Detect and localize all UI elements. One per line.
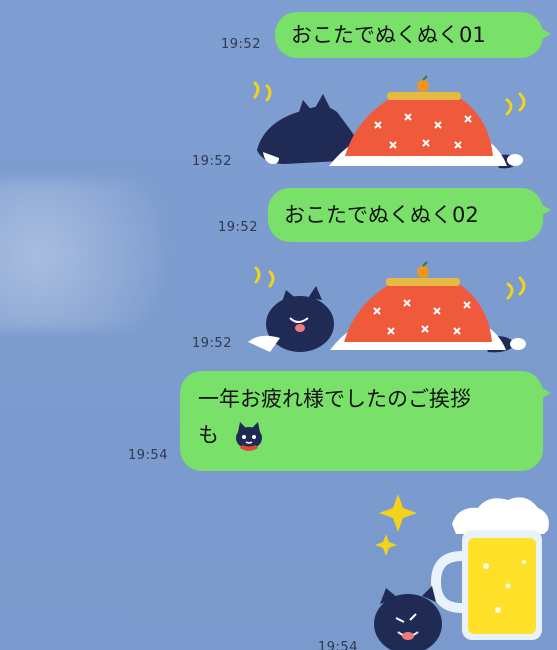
chat-view: 19:52 おこたでぬくぬく01 19:52 19:52 おこたでぬくぬく02 … (0, 0, 557, 650)
message-time: 19:54 (128, 448, 168, 463)
message-time: 19:52 (218, 220, 258, 235)
message-bubble[interactable]: 一年お疲れ様でしたのご挨拶 も (180, 371, 551, 471)
black-cat-kotatsu-sticker[interactable] (242, 258, 534, 362)
message-line: も (198, 423, 219, 447)
message-line-with-emoji: も (198, 417, 525, 453)
black-cat-beer-sticker[interactable] (368, 486, 554, 650)
message-time: 19:52 (221, 37, 261, 52)
message-line: 一年お疲れ様でしたのご挨拶 (198, 387, 471, 411)
message-time: 19:52 (192, 336, 232, 351)
message-bubble[interactable]: おこたでぬくぬく01 (275, 12, 551, 58)
message-bubble[interactable]: おこたでぬくぬく02 (268, 188, 551, 242)
message-time: 19:52 (192, 154, 232, 169)
message-time: 19:54 (318, 640, 358, 650)
black-cat-emoji (235, 422, 262, 451)
background-cloud (0, 180, 220, 330)
black-cat-kotatsu-sticker[interactable] (245, 72, 535, 178)
